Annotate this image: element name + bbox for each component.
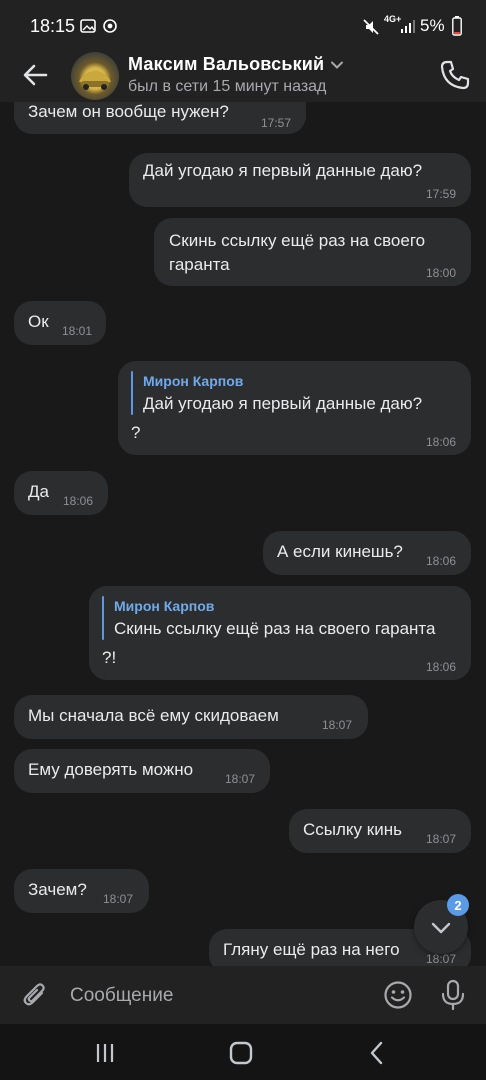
message-text: Мы сначала всё ему скидоваем — [28, 706, 279, 725]
message-time: 18:01 — [62, 324, 93, 338]
battery-icon — [452, 16, 462, 36]
system-navigation-bar — [0, 1024, 486, 1080]
last-seen-status: был в сети 15 минут назад — [128, 78, 327, 95]
reply-author: Мирон Карпов — [143, 373, 244, 389]
message-time: 18:07 — [322, 718, 353, 732]
contact-name-row[interactable]: Максим Вальовський — [128, 54, 344, 75]
message-text: Ему доверять можно — [28, 760, 194, 779]
back-icon[interactable] — [365, 1040, 391, 1066]
reply-quote-bar — [102, 596, 104, 640]
message-time: 17:57 — [261, 116, 292, 130]
message-text: Ссылку кинь — [303, 820, 402, 839]
network-type: 4G+ — [384, 14, 402, 24]
status-bar: 18:15 4G+ 5% — [0, 0, 486, 52]
reply-author: Мирон Карпов — [114, 598, 215, 614]
message-composer — [0, 966, 486, 1024]
message-text: Зачем? — [28, 880, 87, 899]
message-time: 18:07 — [426, 832, 457, 846]
microphone-icon[interactable] — [438, 979, 468, 1011]
mute-icon — [363, 19, 379, 35]
outgoing-reply-message[interactable]: Мирон Карпов Скинь ссылку ещё раз на сво… — [89, 586, 471, 680]
home-icon[interactable] — [228, 1040, 254, 1066]
message-text: Гляну ещё раз на него — [223, 940, 400, 959]
battery-percent: 5% — [420, 16, 445, 35]
contact-name: Максим Вальовський — [128, 54, 325, 74]
message-text-line: гаранта — [169, 255, 230, 274]
message-text: ?! — [102, 648, 117, 667]
emoji-icon[interactable] — [383, 980, 413, 1010]
reply-quote-bar — [131, 371, 133, 415]
gallery-icon — [80, 19, 96, 33]
outgoing-reply-message[interactable]: Мирон Карпов Дай угодаю я первый данные … — [118, 361, 471, 455]
message-time: 18:06 — [63, 494, 94, 508]
incoming-message[interactable]: Ему доверять можно 18:07 — [14, 749, 270, 793]
paperclip-icon[interactable] — [20, 980, 50, 1010]
incoming-message[interactable]: Зачем он вообще нужен? 17:57 — [14, 102, 306, 134]
message-time: 18:06 — [426, 554, 457, 568]
message-time: 18:07 — [225, 772, 256, 786]
message-list[interactable]: Зачем он вообще нужен? 17:57 Дай угодаю … — [0, 102, 486, 966]
message-time: 18:06 — [426, 660, 457, 674]
message-time: 18:06 — [426, 435, 457, 449]
incoming-message[interactable]: Зачем? 18:07 — [14, 869, 149, 913]
car-photo-icon — [79, 71, 111, 90]
incoming-message[interactable]: Да 18:06 — [14, 471, 108, 515]
message-text: Ок — [28, 312, 49, 331]
message-time: 17:59 — [426, 187, 457, 201]
message-time: 18:00 — [426, 266, 457, 280]
message-text: ? — [131, 423, 141, 442]
phone-icon[interactable] — [438, 58, 472, 92]
avatar[interactable] — [71, 52, 119, 100]
reply-quote-text: Скинь ссылку ещё раз на своего гаранта — [114, 619, 436, 638]
message-time: 18:07 — [103, 892, 134, 906]
outgoing-message[interactable]: Скинь ссылку ещё раз на своего гаранта 1… — [154, 218, 471, 286]
message-text: Дай угодаю я первый данные даю? — [143, 161, 423, 180]
unread-count-badge: 2 — [447, 894, 469, 916]
chat-header: Максим Вальовський был в сети 15 минут н… — [0, 52, 486, 102]
chevron-down-icon — [331, 61, 344, 69]
incoming-message[interactable]: Мы сначала всё ему скидоваем 18:07 — [14, 695, 368, 739]
status-time: 18:15 — [30, 16, 76, 36]
outgoing-message[interactable]: Ссылку кинь 18:07 — [289, 809, 471, 853]
recent-apps-icon[interactable] — [92, 1040, 118, 1066]
message-time: 18:07 — [426, 952, 457, 966]
back-arrow-icon[interactable] — [18, 58, 52, 92]
message-text-line: Скинь ссылку ещё раз на своего — [169, 231, 426, 250]
incoming-message[interactable]: Ок 18:01 — [14, 301, 106, 345]
message-text: А если кинешь? — [277, 542, 403, 561]
reply-quote-text: Дай угодаю я первый данные даю? — [143, 394, 423, 413]
outgoing-message[interactable]: Дай угодаю я первый данные даю? 17:59 — [129, 153, 471, 207]
outgoing-message[interactable]: А если кинешь? 18:06 — [263, 531, 471, 575]
message-text: Да — [28, 482, 49, 501]
signal-icon — [401, 20, 415, 33]
message-input[interactable] — [68, 980, 362, 1012]
message-text: Зачем он вообще нужен? — [28, 102, 229, 121]
sync-icon — [103, 19, 117, 33]
